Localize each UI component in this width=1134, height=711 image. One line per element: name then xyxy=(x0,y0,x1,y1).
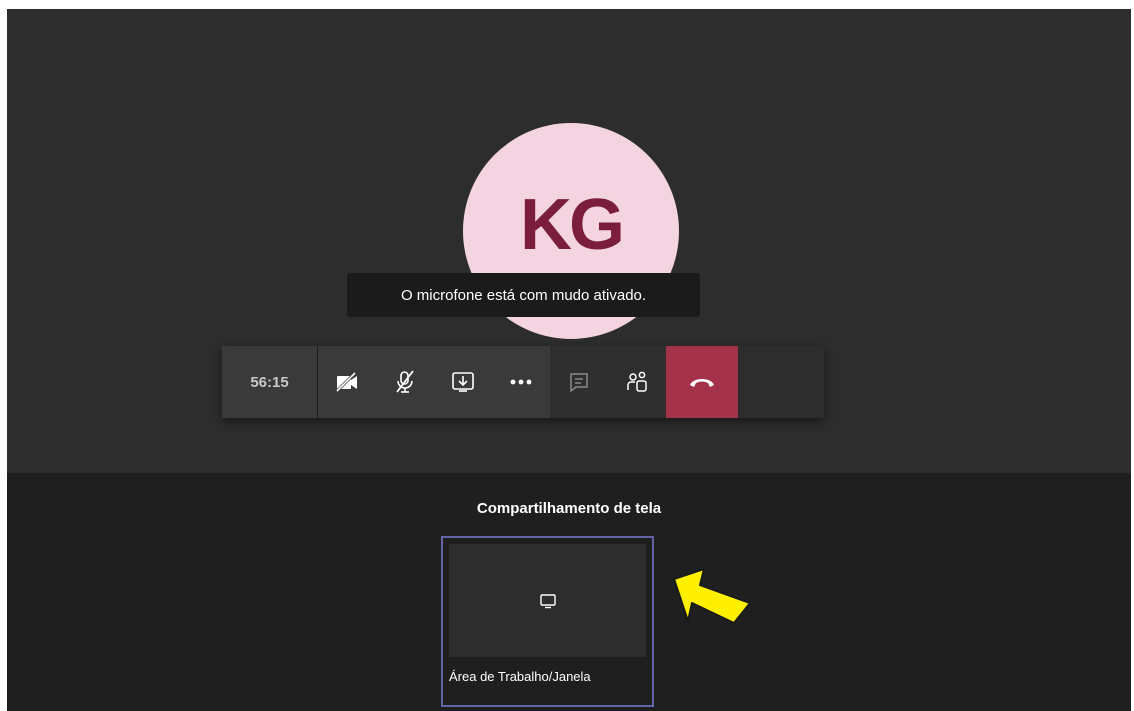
tooltip-text: O microfone está com mudo ativado. xyxy=(400,286,647,304)
option-preview xyxy=(449,544,646,657)
mic-toggle-button[interactable] xyxy=(376,346,434,418)
arrow-icon xyxy=(673,568,751,624)
share-content-button[interactable] xyxy=(434,346,492,418)
hang-up-button[interactable] xyxy=(666,346,738,418)
desktop-window-option[interactable]: Área de Trabalho/Janela xyxy=(441,536,654,707)
video-off-icon xyxy=(335,372,357,392)
monitor-icon xyxy=(539,593,556,608)
more-options-button[interactable] xyxy=(492,346,550,418)
share-tray-icon xyxy=(452,372,474,392)
mic-off-icon xyxy=(396,370,414,393)
chat-icon xyxy=(570,373,588,393)
call-timer: 56:15 xyxy=(222,346,318,418)
camera-toggle-button[interactable] xyxy=(318,346,376,418)
participants-icon xyxy=(627,371,647,392)
participants-button[interactable] xyxy=(608,346,666,418)
meeting-window: KG O microfone está com mudo ativado. 56… xyxy=(7,9,1131,711)
mute-tooltip: O microfone está com mudo ativado. xyxy=(347,273,700,317)
hang-up-icon xyxy=(690,379,714,387)
more-options-icon xyxy=(510,379,532,385)
share-panel-title: Compartilhamento de tela xyxy=(476,500,662,517)
call-controls-bar: 56:15 xyxy=(222,346,824,418)
chat-button[interactable] xyxy=(550,346,608,418)
avatar-initials: KG xyxy=(520,185,625,265)
option-label: Área de Trabalho/Janela xyxy=(449,669,591,684)
share-panel: Compartilhamento de tela Área de Trabalh… xyxy=(7,473,1131,711)
